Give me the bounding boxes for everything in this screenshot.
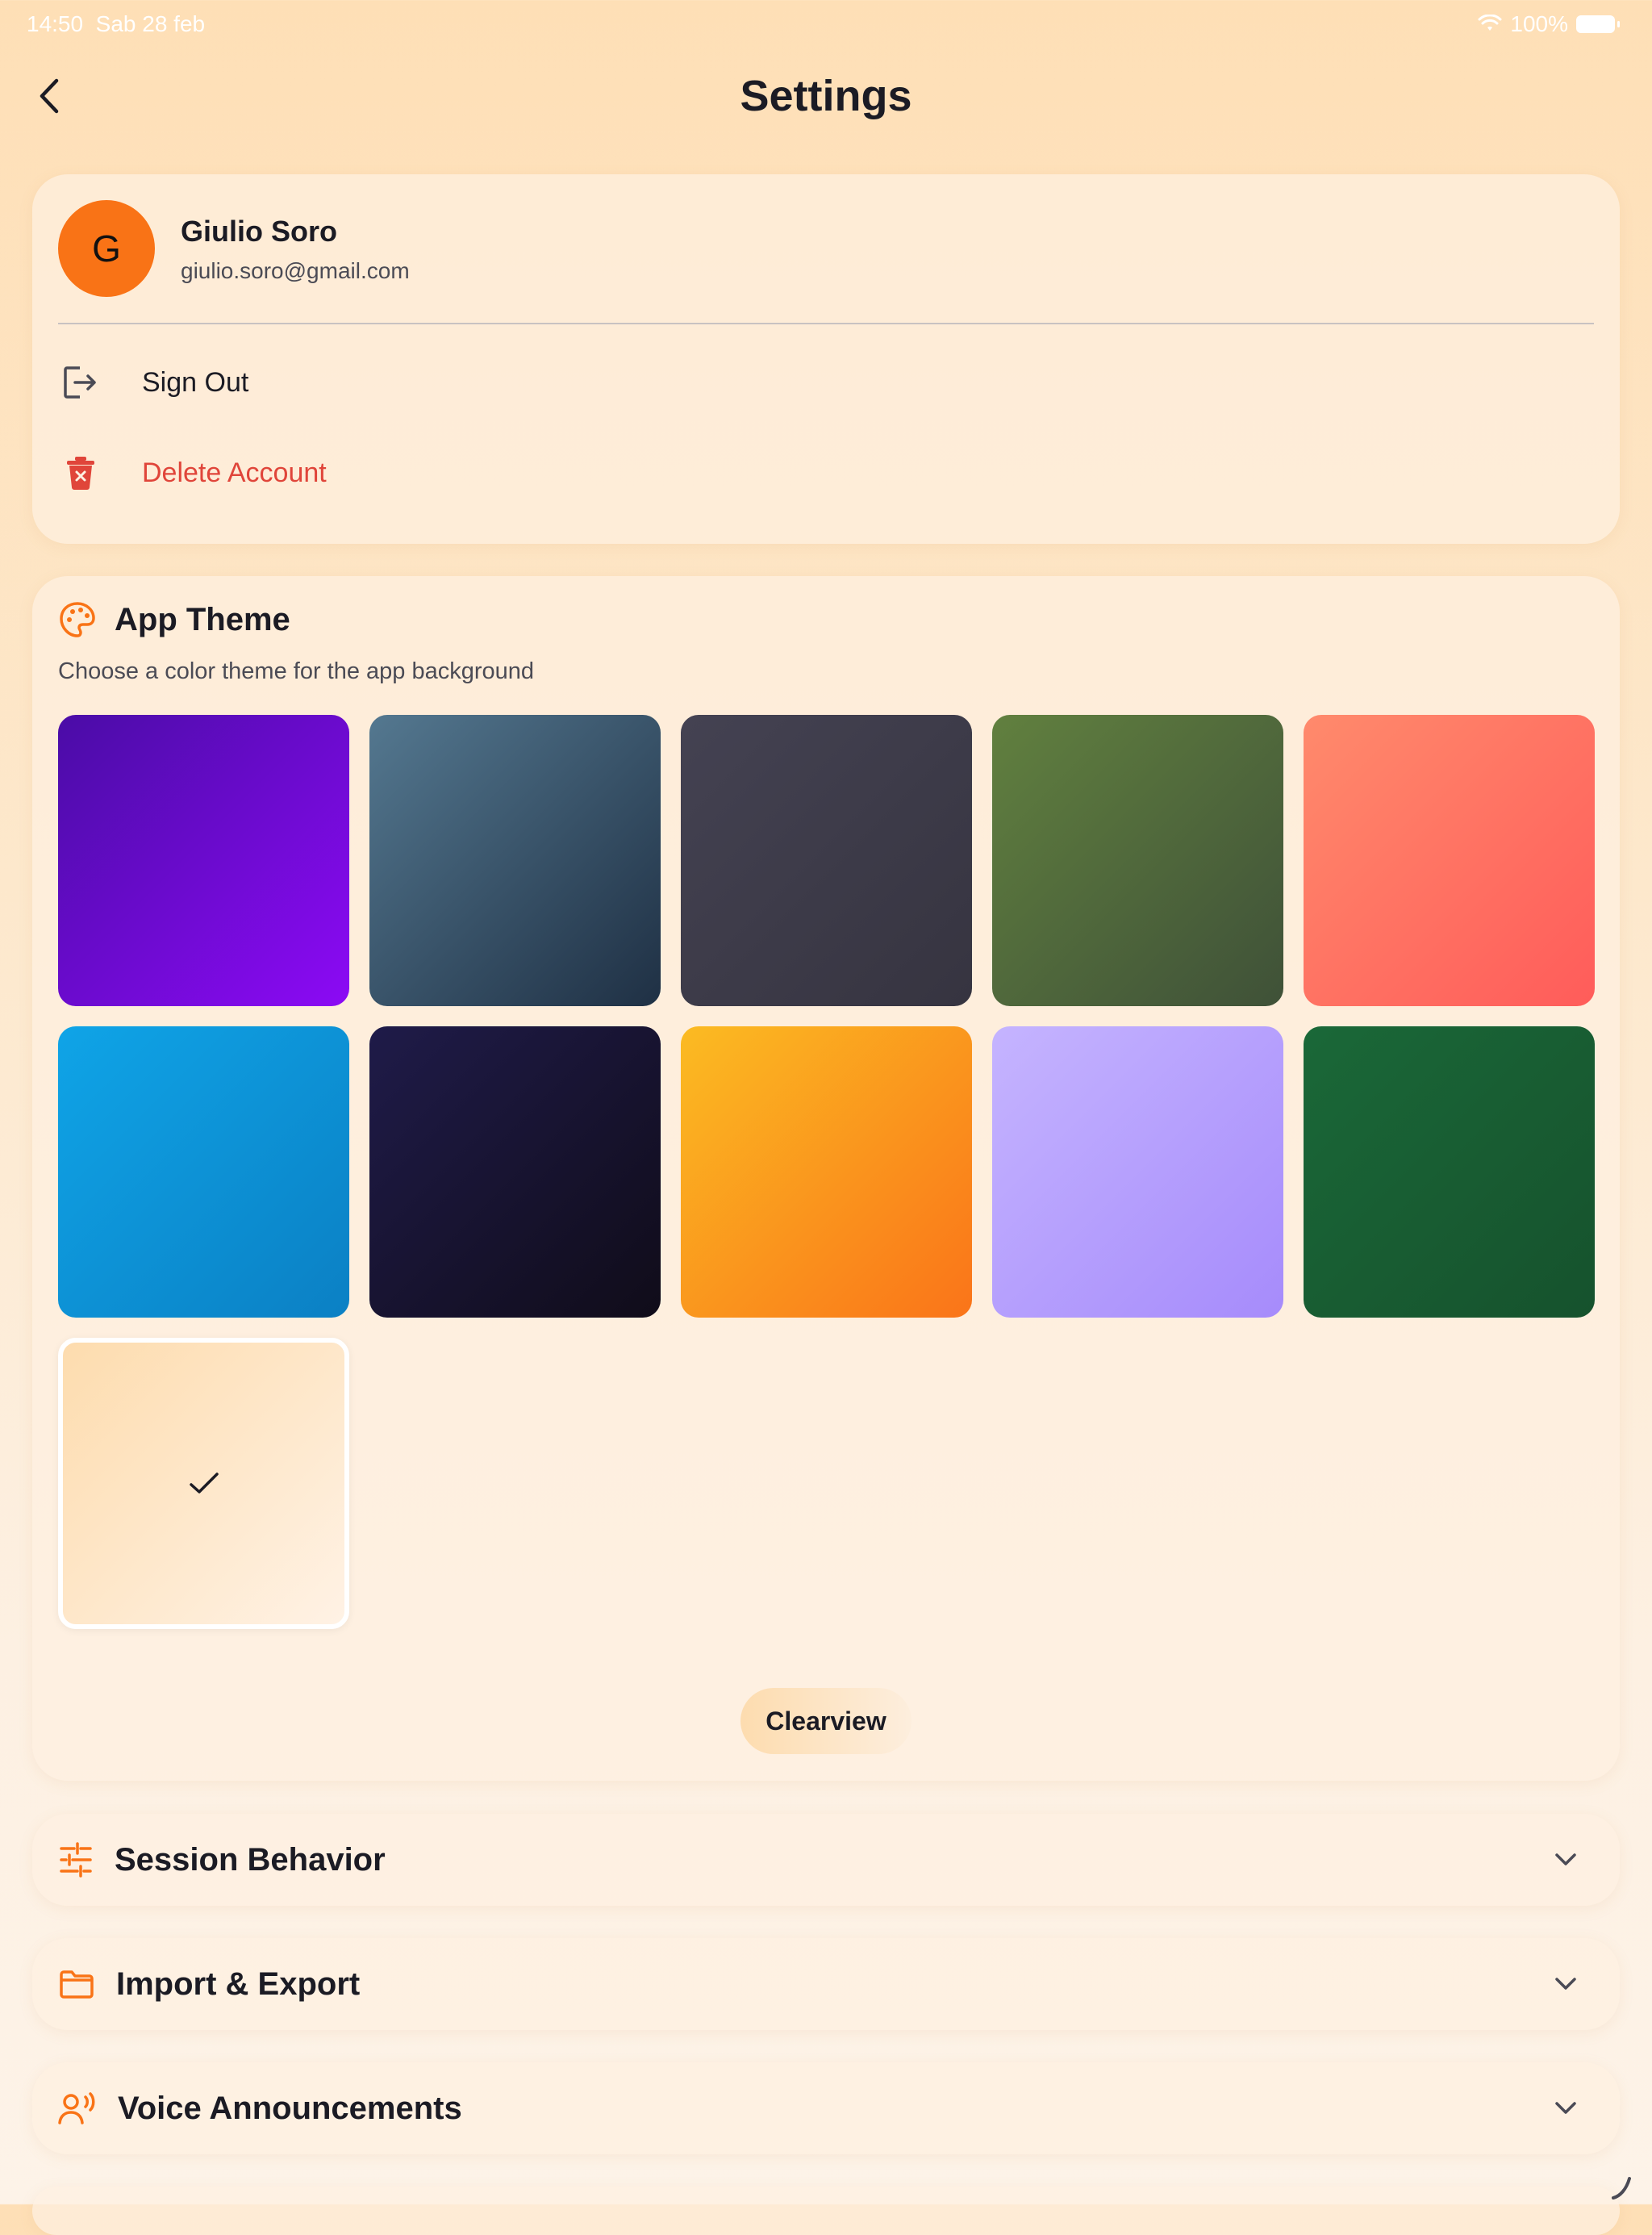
app-theme-description: Choose a color theme for the app backgro… bbox=[58, 658, 535, 684]
chevron-down-icon bbox=[1544, 1838, 1587, 1882]
user-name: Giulio Soro bbox=[181, 215, 337, 248]
divider bbox=[58, 323, 1594, 324]
sign-out-button[interactable]: Sign Out bbox=[58, 350, 542, 415]
date-text: Sab 28 feb bbox=[95, 11, 206, 36]
folder-icon bbox=[60, 1970, 94, 1999]
session-behavior-section[interactable]: Session Behavior bbox=[32, 1814, 1620, 1906]
time-text: 14:50 bbox=[27, 11, 84, 36]
voice-announcements-section[interactable]: Voice Announcements bbox=[32, 2062, 1620, 2154]
import-export-section[interactable]: Import & Export bbox=[32, 1938, 1620, 2030]
header: Settings bbox=[0, 56, 1652, 137]
theme-swatch[interactable] bbox=[58, 1338, 349, 1629]
theme-swatch[interactable] bbox=[681, 1026, 972, 1318]
theme-swatch[interactable] bbox=[58, 1026, 349, 1318]
avatar: G bbox=[58, 200, 155, 297]
sign-out-icon bbox=[58, 360, 103, 405]
theme-swatch[interactable] bbox=[992, 1026, 1283, 1318]
user-email: giulio.soro@gmail.com bbox=[181, 258, 410, 283]
page-title: Settings bbox=[740, 72, 912, 120]
theme-swatch[interactable] bbox=[681, 715, 972, 1006]
delete-account-label: Delete Account bbox=[142, 457, 327, 488]
status-time: 14:50 Sab 28 feb bbox=[27, 11, 205, 37]
session-behavior-header: Session Behavior bbox=[58, 1814, 386, 1906]
import-export-header: Import & Export bbox=[58, 1938, 360, 2030]
account-card: G Giulio Soro giulio.soro@gmail.com Sign… bbox=[32, 174, 1620, 544]
theme-swatch[interactable] bbox=[369, 1026, 661, 1318]
trash-icon bbox=[58, 450, 103, 495]
palette-icon bbox=[60, 602, 95, 637]
status-right: 100% bbox=[1478, 11, 1620, 37]
app-theme-card: App Theme Choose a color theme for the a… bbox=[32, 576, 1620, 1781]
theme-swatch[interactable] bbox=[992, 715, 1283, 1006]
battery-icon bbox=[1576, 15, 1620, 33]
checkmark-icon bbox=[189, 1472, 219, 1493]
sign-out-label: Sign Out bbox=[142, 366, 249, 398]
battery-text: 100% bbox=[1510, 11, 1568, 36]
status-bar: 14:50 Sab 28 feb 100% bbox=[0, 0, 1652, 52]
app-theme-title: App Theme bbox=[115, 601, 290, 637]
theme-swatch[interactable] bbox=[369, 715, 661, 1006]
app-theme-header: App Theme bbox=[58, 600, 290, 639]
delete-account-button[interactable]: Delete Account bbox=[58, 441, 542, 505]
chevron-down-icon bbox=[1544, 2087, 1587, 2130]
next-section-partial[interactable] bbox=[32, 2187, 1620, 2235]
voice-announcements-title: Voice Announcements bbox=[118, 2090, 462, 2126]
import-export-title: Import & Export bbox=[116, 1966, 361, 2002]
session-behavior-title: Session Behavior bbox=[115, 1841, 386, 1878]
voice-icon bbox=[58, 2092, 95, 2124]
theme-swatch[interactable] bbox=[1304, 715, 1595, 1006]
voice-announcements-header: Voice Announcements bbox=[58, 2062, 462, 2154]
sliders-icon bbox=[60, 1842, 92, 1878]
chevron-down-icon bbox=[1544, 1962, 1587, 2006]
wifi-icon bbox=[1478, 15, 1502, 31]
selected-theme-name: Clearview bbox=[740, 1688, 912, 1754]
theme-swatch[interactable] bbox=[1304, 1026, 1595, 1318]
scroll-indicator bbox=[1612, 2177, 1631, 2199]
theme-swatch[interactable] bbox=[58, 715, 349, 1006]
